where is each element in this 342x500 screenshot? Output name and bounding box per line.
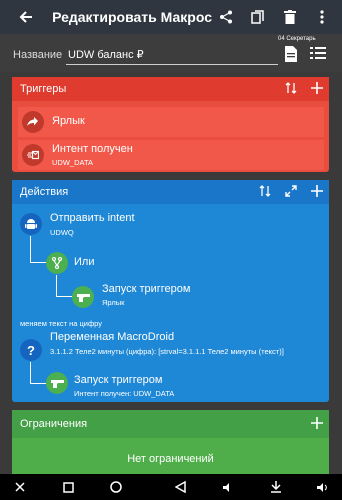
add-constraint-icon[interactable]: [311, 416, 323, 432]
no-constraints-label: Нет ограничений: [12, 444, 329, 474]
reorder-icon[interactable]: [285, 81, 297, 97]
shortcut-arrow-icon: [22, 111, 44, 133]
reorder-icon[interactable]: [259, 184, 271, 200]
name-label: Название: [13, 49, 63, 61]
android-icon: [20, 213, 42, 235]
constraints-header: Ограничения: [12, 410, 329, 438]
trigger-detail: UDW_DATA: [52, 158, 93, 167]
constraints-title: Ограничения: [20, 418, 88, 430]
action-comment: меняем текст на цифру: [20, 319, 102, 328]
action-label[interactable]: Переменная MacroDroid: [50, 331, 174, 343]
volume-icon[interactable]: [220, 479, 236, 495]
download-icon[interactable]: [268, 479, 284, 495]
action-detail: 3.1.1.2 Теле2 минуты (цифра): [strval=3.…: [50, 347, 284, 356]
trigger-item-intent[interactable]: Интент получен UDW_DATA: [18, 140, 324, 170]
back-arrow-icon[interactable]: [12, 0, 40, 34]
intent-received-icon: [22, 144, 44, 166]
app-bar: Редактировать Макрос: [0, 0, 342, 34]
trigger-label: Ярлык: [52, 115, 85, 127]
home-circle-icon[interactable]: [108, 479, 124, 495]
copy-icon[interactable]: [244, 0, 272, 34]
action-label[interactable]: Или: [74, 256, 94, 268]
square-icon[interactable]: [60, 479, 76, 495]
action-detail: UDWQ: [50, 228, 74, 237]
macro-name-field[interactable]: UDW баланс ₽: [66, 45, 278, 65]
action-detail: Ярлык: [102, 298, 125, 307]
more-icon[interactable]: [308, 0, 336, 34]
close-icon[interactable]: [12, 479, 28, 495]
branch-icon: [46, 252, 68, 274]
delete-icon[interactable]: [276, 0, 304, 34]
actions-card: Действия Отправить intent UDWQ Или Запус…: [12, 180, 329, 402]
system-nav-bar: [0, 474, 342, 500]
add-action-icon[interactable]: [311, 184, 323, 200]
tree-connector: [30, 362, 46, 384]
gun-icon: [46, 372, 68, 394]
category-label[interactable]: 04 Секретарь: [278, 36, 316, 42]
triggers-card: Триггеры Ярлык Интент получен UDW_DATA: [12, 77, 329, 172]
macro-name-value: UDW баланс ₽: [68, 49, 144, 61]
tree-connector: [30, 236, 46, 263]
action-detail: Интент получен: UDW_DATA: [74, 389, 175, 398]
triggers-header: Триггеры: [12, 77, 329, 101]
add-trigger-icon[interactable]: [311, 81, 323, 97]
action-label[interactable]: Отправить intent: [50, 212, 135, 224]
volume-icon[interactable]: [314, 479, 330, 495]
question-icon: ?: [20, 339, 42, 361]
back-triangle-icon[interactable]: [172, 479, 188, 495]
actions-header: Действия: [12, 180, 329, 204]
actions-title: Действия: [20, 186, 69, 198]
expand-icon[interactable]: [285, 184, 297, 200]
trigger-item-shortcut[interactable]: Ярлык: [18, 107, 324, 137]
constraints-card: Ограничения Нет ограничений: [12, 410, 329, 474]
action-label[interactable]: Запуск триггером: [102, 283, 190, 295]
gun-icon: [72, 286, 94, 308]
page-title: Редактировать Макрос: [52, 9, 212, 25]
share-icon[interactable]: [212, 0, 240, 34]
macro-name-row: Название UDW баланс ₽ 04 Секретарь: [0, 34, 342, 72]
triggers-title: Триггеры: [20, 83, 67, 95]
action-label[interactable]: Запуск триггером: [74, 374, 162, 386]
trigger-label: Интент получен: [52, 143, 133, 155]
document-icon[interactable]: [284, 46, 300, 62]
list-icon[interactable]: [310, 46, 326, 62]
